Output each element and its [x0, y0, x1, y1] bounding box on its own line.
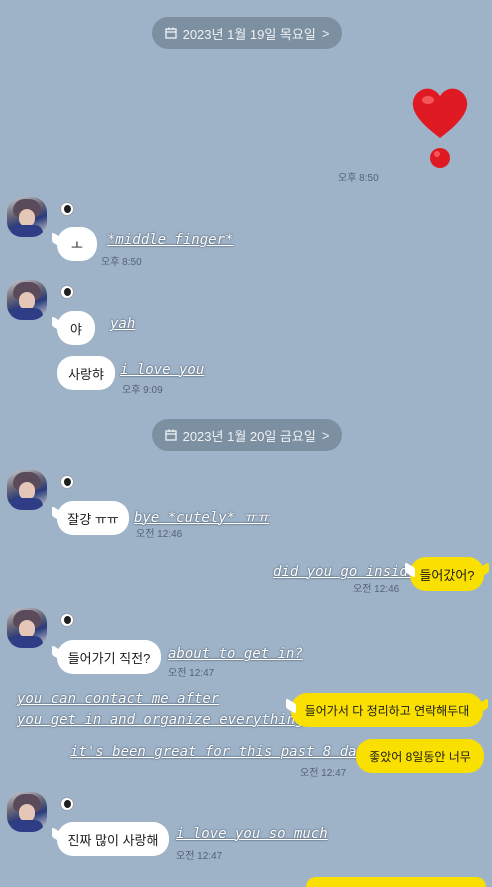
timestamp: 오전 12:46	[136, 529, 183, 540]
avatar[interactable]	[7, 197, 47, 237]
date-label: 2023년 1월 20일 금요일	[182, 428, 316, 444]
timestamp: 오후 8:50	[338, 173, 379, 184]
my-message-bubble-partial[interactable]	[306, 877, 486, 887]
message-bubble[interactable]: 잘걍 ㅠㅠ	[57, 501, 129, 535]
message-bubble[interactable]: ㅗ	[57, 227, 97, 261]
translation-caption: you can contact me after	[17, 691, 220, 707]
date-divider-jan20[interactable]: 2023년 1월 20일 금요일 >	[152, 419, 342, 451]
message-bubble[interactable]: 들어가기 직전?	[57, 640, 161, 674]
translation-caption: yah	[110, 316, 136, 332]
message-bubble[interactable]: 야	[57, 311, 95, 345]
my-message-bubble[interactable]: 좋았어 8일동안 너무	[356, 739, 484, 773]
translation-caption: *middle finger*	[107, 232, 234, 248]
message-bubble[interactable]: 사랑햐	[57, 356, 115, 390]
translation-caption: you get in and organize everything	[17, 712, 304, 728]
message-text: 진짜 많이 사랑해	[67, 832, 159, 848]
date-divider-jan19[interactable]: 2023년 1월 19일 목요일 >	[152, 17, 342, 49]
penguin-icon	[60, 797, 74, 811]
message-bubble[interactable]: 진짜 많이 사랑해	[57, 822, 169, 856]
calendar-icon	[164, 429, 177, 441]
timestamp: 오전 12:47	[168, 668, 215, 679]
message-text: ㅗ	[71, 237, 83, 253]
my-message-bubble[interactable]: 들어갔어?	[410, 557, 484, 591]
avatar[interactable]	[7, 280, 47, 320]
message-text: 잘걍 ㅠㅠ	[67, 511, 119, 527]
avatar[interactable]	[7, 608, 47, 648]
translation-caption: did you go inside?	[273, 564, 425, 580]
my-message-bubble[interactable]: 들어가서 다 정리하고 연락해두대	[291, 693, 483, 727]
message-text: 들어가기 직전?	[67, 650, 151, 666]
penguin-icon	[60, 202, 74, 216]
message-text: 들어갔어?	[419, 567, 475, 583]
timestamp: 오전 12:47	[300, 768, 347, 779]
timestamp: 오후 8:50	[101, 257, 142, 268]
message-text: 좋았어 8일동안 너무	[369, 749, 471, 764]
translation-caption: bye *cutely* ㅠㅠ	[134, 510, 270, 526]
avatar[interactable]	[7, 470, 47, 510]
translation-caption: i love you so much	[176, 826, 328, 842]
timestamp: 오전 12:46	[353, 584, 400, 595]
message-text: 사랑햐	[68, 366, 104, 382]
message-text: 야	[70, 321, 82, 337]
message-text: 들어가서 다 정리하고 연락해두대	[304, 703, 470, 718]
translation-caption: it's been great for this past 8 days	[70, 744, 374, 760]
avatar[interactable]	[7, 792, 47, 832]
date-label: 2023년 1월 19일 목요일	[182, 26, 316, 42]
penguin-icon	[60, 613, 74, 627]
penguin-icon	[60, 475, 74, 489]
timestamp: 오전 12:47	[176, 851, 223, 862]
translation-caption: i love you	[120, 362, 205, 378]
translation-caption: about to get in?	[168, 646, 303, 662]
timestamp: 오후 9:09	[122, 385, 163, 396]
heart-emoticon[interactable]	[408, 82, 472, 172]
heart-icon	[412, 88, 468, 168]
chevron-right-icon: >	[321, 427, 330, 443]
chevron-right-icon: >	[321, 25, 330, 41]
calendar-icon	[164, 27, 177, 39]
penguin-icon	[60, 285, 74, 299]
